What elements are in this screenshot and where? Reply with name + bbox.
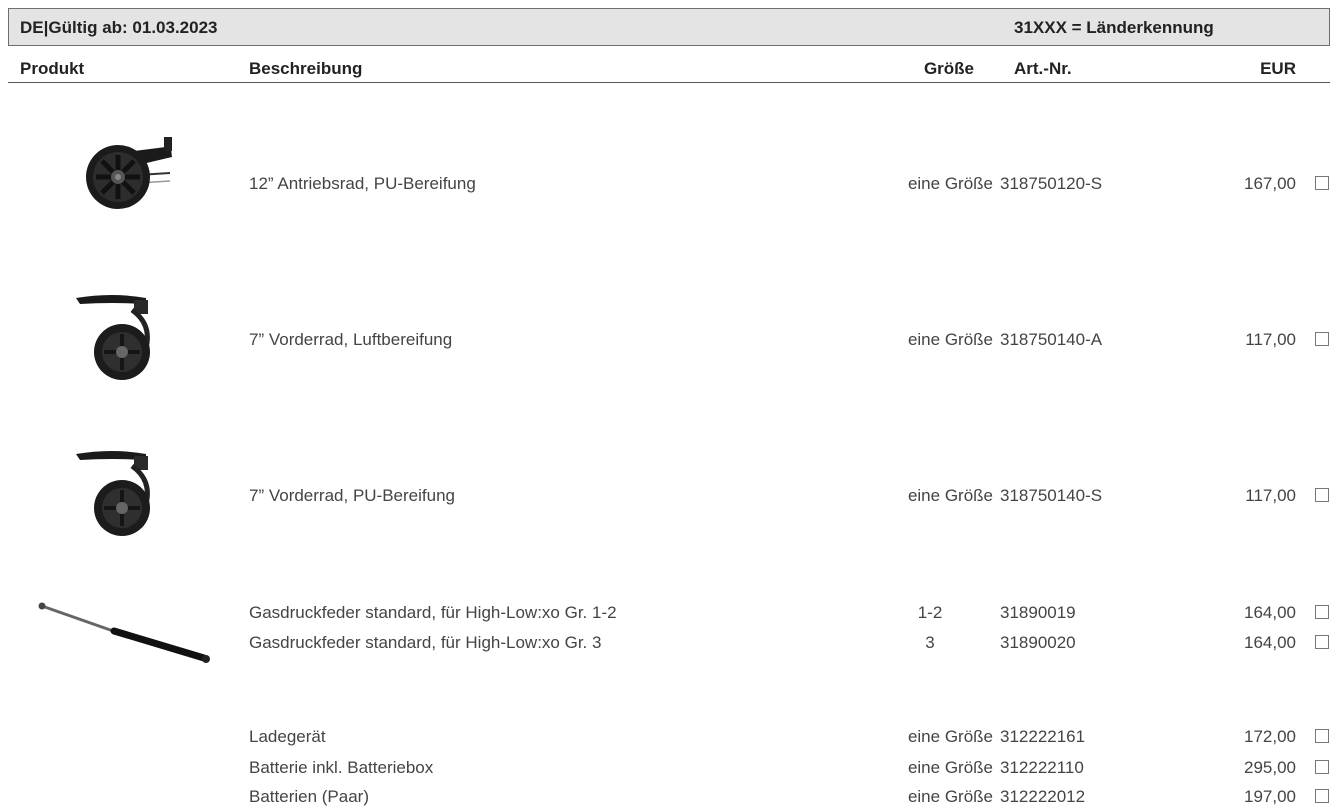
header-divider [8, 82, 1330, 83]
row-8-size: eine Größe [907, 787, 993, 806]
gas-spring-image [38, 602, 210, 663]
row-6-order-checkbox[interactable] [1315, 729, 1329, 743]
column-header-produkt: Produkt [20, 59, 85, 78]
row-5-article-number: 31890020 [1000, 633, 1076, 652]
column-header-artnr: Art.-Nr. [1014, 59, 1072, 78]
row-6-description: Ladegerät [249, 727, 326, 746]
row-8-description: Batterien (Paar) [249, 787, 369, 806]
row-8-price: 197,00 [1244, 787, 1296, 806]
row-3-order-checkbox[interactable] [1315, 488, 1329, 502]
row-4-price: 164,00 [1244, 603, 1296, 622]
row-7-order-checkbox[interactable] [1315, 760, 1329, 774]
row-5-description: Gasdruckfeder standard, für High-Low:xo … [249, 633, 602, 652]
row-3-article-number: 318750140-S [1000, 486, 1103, 505]
row-5-price: 164,00 [1244, 633, 1296, 652]
column-header-beschreibung: Beschreibung [249, 59, 363, 78]
row-2-price: 117,00 [1245, 330, 1296, 349]
row-1-order-checkbox[interactable] [1315, 176, 1329, 190]
row-6-article-number: 312222161 [1000, 727, 1086, 746]
row-2-order-checkbox[interactable] [1315, 332, 1329, 346]
row-2-description: 7” Vorderrad, Luftbereifung [249, 330, 453, 349]
validity-header: DE|Gültig ab: 01.03.2023 [20, 18, 218, 37]
row-5-order-checkbox[interactable] [1315, 635, 1329, 649]
row-1-price: 167,00 [1244, 174, 1296, 193]
row-4-size: 1-2 [917, 603, 943, 622]
row-6-size: eine Größe [907, 727, 993, 746]
country-code-note: 31XXX = Länderkennung [1014, 18, 1214, 37]
row-3-size: eine Größe [907, 486, 993, 505]
row-7-size: eine Größe [907, 758, 993, 777]
front-wheel-pu-image [76, 451, 150, 536]
row-8-article-number: 312222012 [1000, 787, 1086, 806]
column-header-groesse: Größe [923, 59, 974, 78]
row-3-description: 7” Vorderrad, PU-Bereifung [249, 486, 455, 505]
row-2-article-number: 318750140-A [1000, 330, 1103, 349]
row-2-size: eine Größe [907, 330, 993, 349]
row-1-article-number: 318750120-S [1000, 174, 1103, 193]
row-3-price: 117,00 [1245, 486, 1296, 505]
row-6-price: 172,00 [1244, 727, 1296, 746]
row-7-article-number: 312222110 [1000, 758, 1084, 777]
row-4-order-checkbox[interactable] [1315, 605, 1329, 619]
drive-wheel-image [86, 137, 172, 209]
front-wheel-air-image [76, 295, 150, 380]
row-1-size: eine Größe [907, 174, 993, 193]
row-7-description: Batterie inkl. Batteriebox [249, 758, 434, 777]
row-1-description: 12” Antriebsrad, PU-Bereifung [249, 174, 476, 193]
row-7-price: 295,00 [1244, 758, 1296, 777]
row-4-description: Gasdruckfeder standard, für High-Low:xo … [249, 603, 617, 622]
row-5-size: 3 [925, 633, 935, 652]
row-4-article-number: 31890019 [1000, 603, 1076, 622]
row-8-order-checkbox[interactable] [1315, 789, 1329, 803]
column-header-eur: EUR [1260, 59, 1296, 78]
